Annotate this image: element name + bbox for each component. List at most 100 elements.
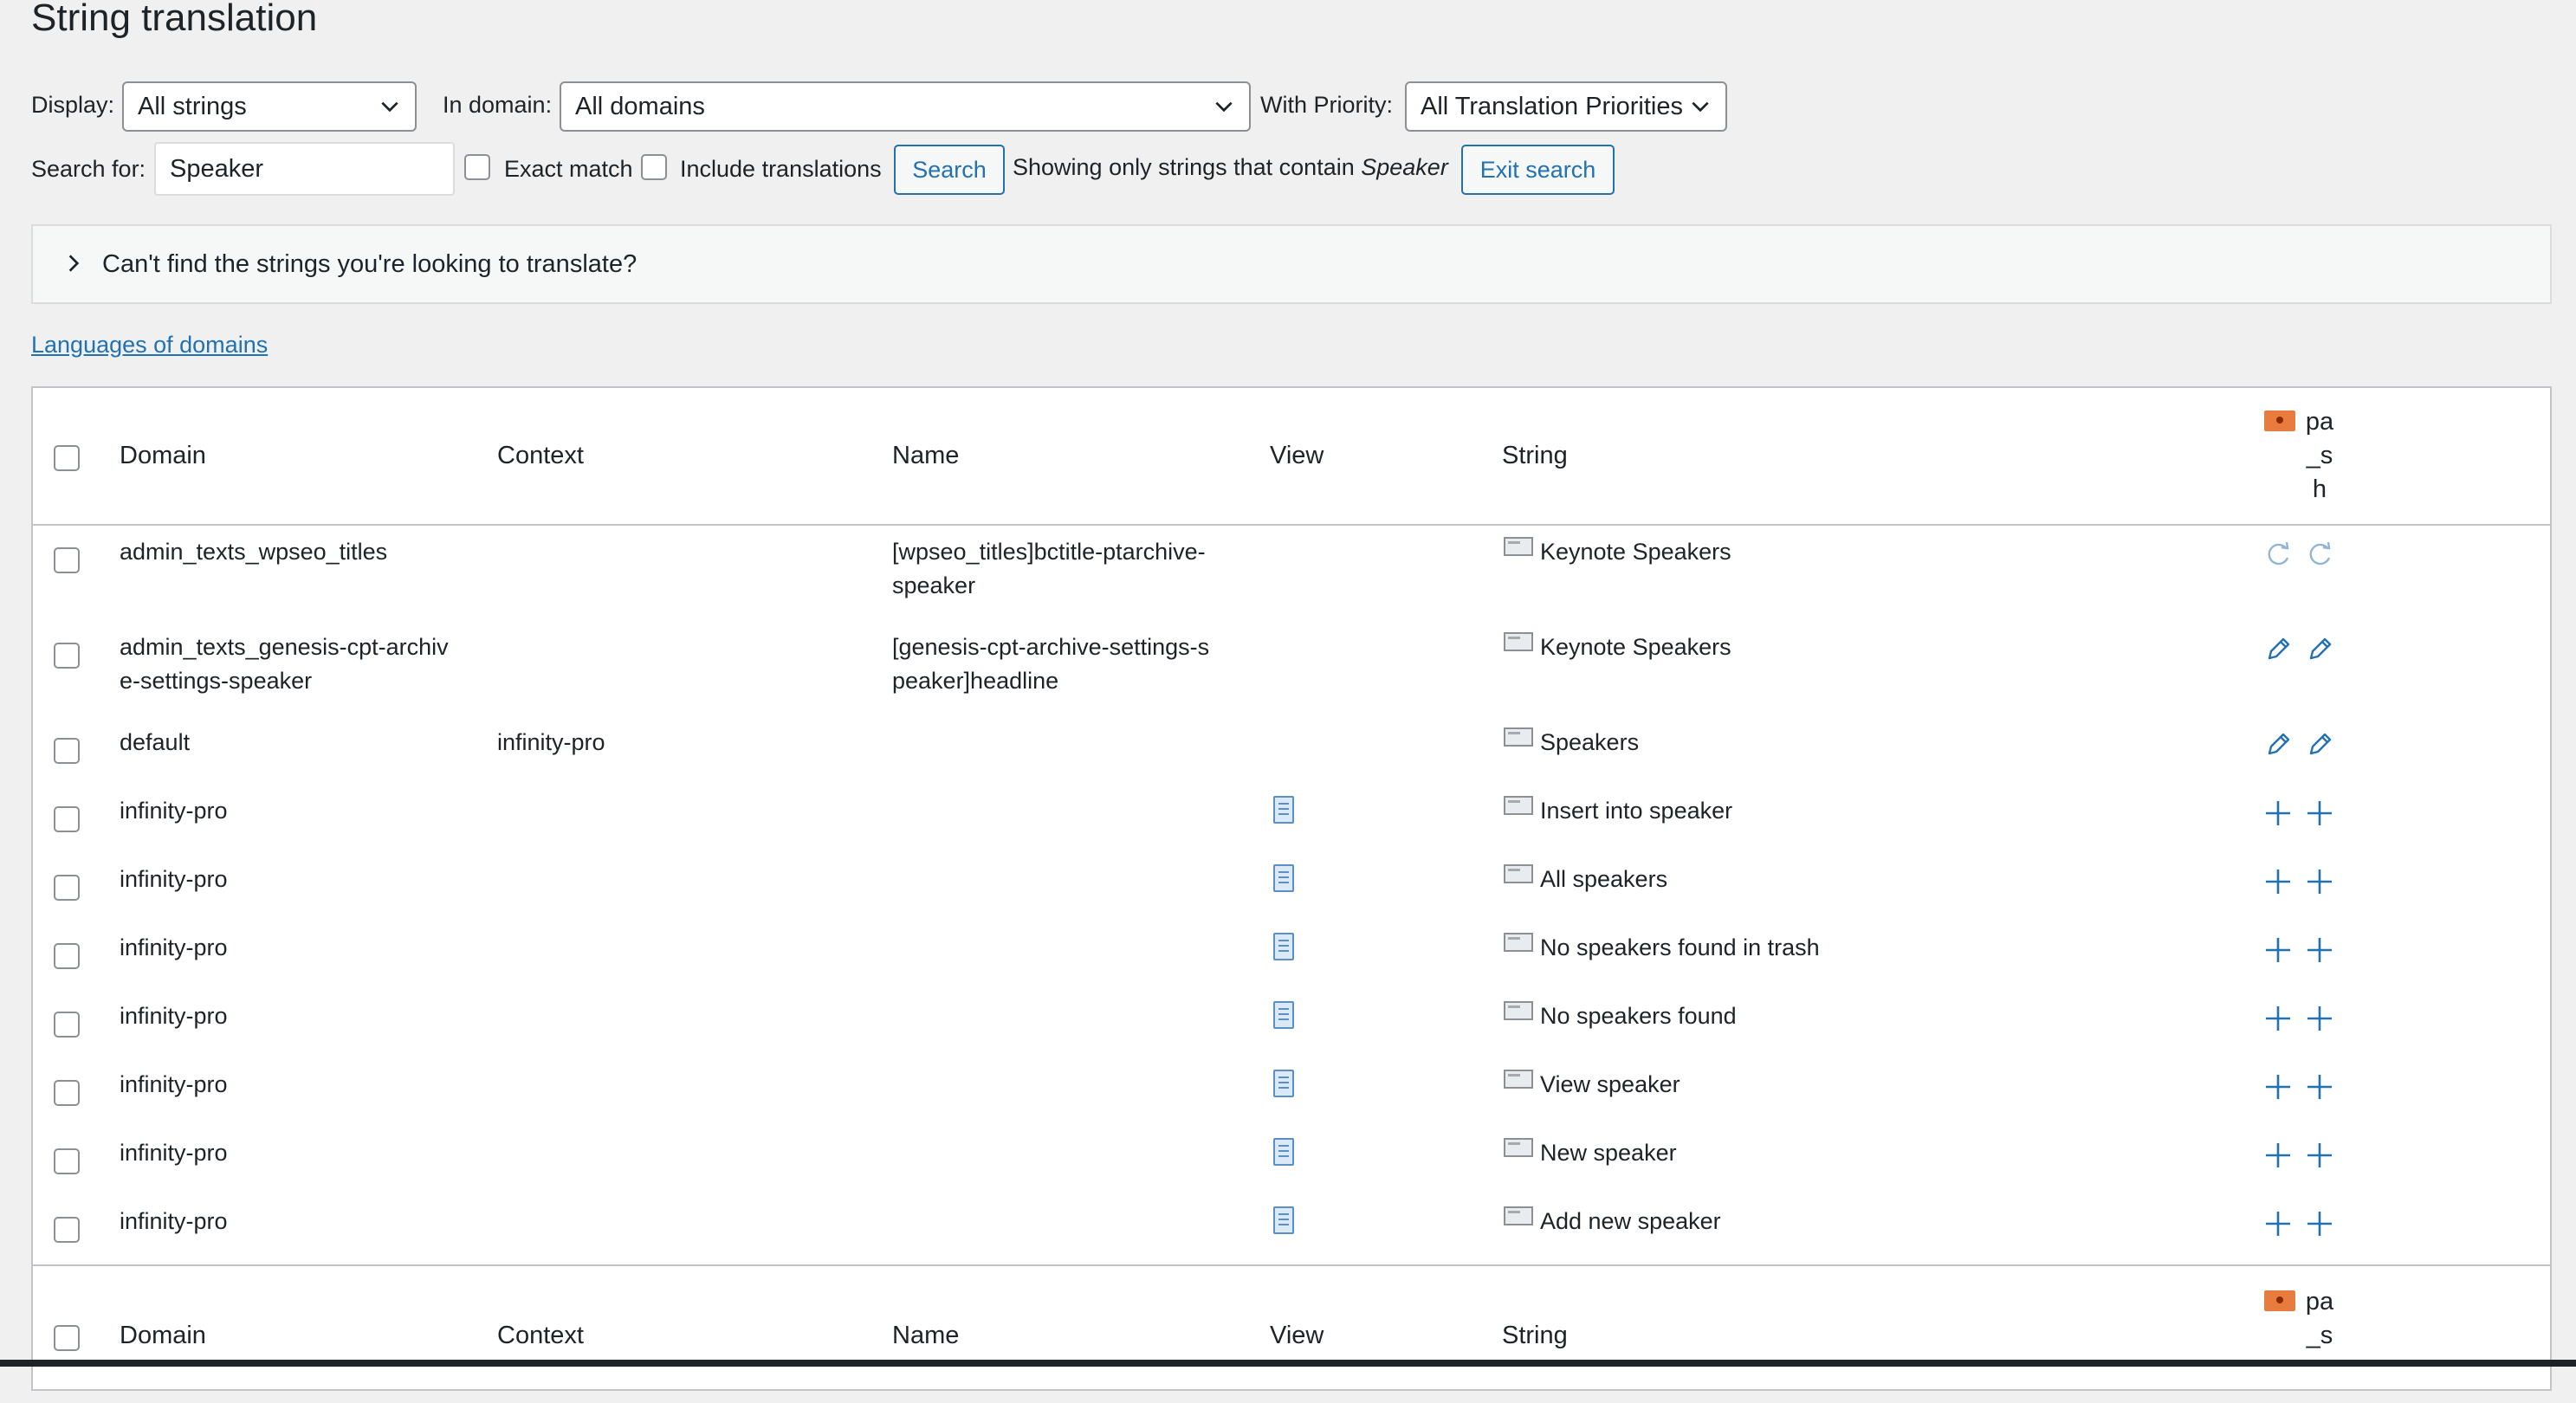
priority-select[interactable]: All Translation Priorities — [1405, 81, 1727, 132]
search-notice-prefix: Showing only strings that contain — [1013, 154, 1355, 180]
language-flag-icon — [2264, 1290, 2295, 1311]
exact-match-checkbox[interactable] — [464, 154, 490, 180]
row-checkbox[interactable] — [54, 643, 80, 669]
display-select[interactable]: All strings — [122, 81, 417, 132]
include-translations-checkbox[interactable] — [641, 154, 667, 180]
plus-icon[interactable] — [2304, 1003, 2335, 1034]
plus-icon[interactable] — [2262, 934, 2294, 966]
language-code-3: h — [2312, 475, 2327, 503]
pencil-icon[interactable] — [2304, 729, 2335, 760]
document-icon[interactable] — [1273, 1001, 1294, 1029]
header-domain[interactable]: Domain — [120, 442, 206, 470]
row-domain: infinity-pro — [120, 1140, 228, 1166]
chevron-down-icon — [379, 95, 401, 118]
select-all-checkbox[interactable] — [54, 445, 80, 471]
row-name: [genesis-cpt-archive-settings-s — [892, 634, 1210, 660]
pencil-icon[interactable] — [2262, 634, 2294, 665]
string-type-icon — [1504, 933, 1533, 952]
table-row: admin_texts_genesis-cpt-archiv e-settings… — [33, 630, 2550, 700]
row-name: speaker — [892, 572, 976, 598]
row-name: [wpseo_titles]bctitle-ptarchive- — [892, 539, 1206, 565]
language-flag-icon — [2264, 411, 2295, 431]
plus-icon[interactable] — [2262, 1071, 2294, 1102]
table-footer: Domain Context Name View String pa _s — [33, 1264, 2550, 1403]
row-string: Keynote Speakers — [1540, 539, 1731, 565]
search-notice-term: Speaker — [1361, 154, 1448, 180]
page-title: String translation — [31, 0, 318, 39]
string-type-icon — [1504, 632, 1533, 651]
plus-icon[interactable] — [2304, 1071, 2335, 1102]
plus-icon[interactable] — [2262, 866, 2294, 897]
language-code-2: _s — [2306, 1322, 2333, 1349]
pencil-icon[interactable] — [2262, 729, 2294, 760]
sync-icon[interactable] — [2262, 539, 2294, 570]
row-checkbox[interactable] — [54, 806, 80, 832]
row-domain: admin_texts_wpseo_titles — [120, 539, 388, 565]
language-code-1: pa — [2305, 1288, 2334, 1316]
search-input[interactable]: Speaker — [154, 142, 455, 196]
row-checkbox[interactable] — [54, 1080, 80, 1106]
row-string: View speaker — [1540, 1071, 1680, 1097]
row-string: Keynote Speakers — [1540, 634, 1731, 660]
plus-icon[interactable] — [2262, 1208, 2294, 1239]
document-icon[interactable] — [1273, 864, 1294, 892]
select-all-checkbox-footer[interactable] — [54, 1325, 80, 1351]
pencil-icon[interactable] — [2304, 634, 2335, 665]
plus-icon[interactable] — [2304, 934, 2335, 966]
row-domain: infinity-pro — [120, 1003, 228, 1029]
header-name[interactable]: Name — [892, 442, 959, 470]
row-string: Speakers — [1540, 729, 1640, 755]
priority-label: With Priority: — [1260, 92, 1394, 118]
strings-table: Domain Context Name View String pa _s h … — [31, 386, 2552, 1391]
row-checkbox[interactable] — [54, 738, 80, 764]
plus-icon[interactable] — [2304, 866, 2335, 897]
languages-of-domains-link[interactable]: Languages of domains — [31, 332, 268, 359]
document-icon[interactable] — [1273, 1070, 1294, 1097]
search-button[interactable]: Search — [894, 145, 1005, 195]
row-checkbox[interactable] — [54, 1148, 80, 1174]
footer-string[interactable]: String — [1502, 1322, 1568, 1350]
row-checkbox[interactable] — [54, 1217, 80, 1243]
row-checkbox[interactable] — [54, 875, 80, 901]
row-string: Add new speaker — [1540, 1208, 1721, 1234]
exit-search-button[interactable]: Exit search — [1461, 145, 1615, 195]
language-code-1: pa — [2305, 408, 2334, 436]
row-string: Insert into speaker — [1540, 798, 1733, 824]
string-type-icon — [1504, 864, 1533, 883]
language-code-2: _s — [2306, 442, 2333, 469]
header-context[interactable]: Context — [497, 442, 584, 470]
row-name: peaker]headline — [892, 668, 1059, 694]
table-row: default infinity-pro Speakers — [33, 726, 2550, 795]
string-type-icon — [1504, 1001, 1533, 1020]
table-header: Domain Context Name View String pa _s h — [33, 388, 2550, 526]
footer-domain[interactable]: Domain — [120, 1322, 206, 1350]
row-domain: infinity-pro — [120, 798, 228, 824]
plus-icon[interactable] — [2304, 798, 2335, 829]
row-context: infinity-pro — [497, 729, 605, 755]
document-icon[interactable] — [1273, 1206, 1294, 1234]
include-translations-label: Include translations — [680, 156, 882, 182]
footer-name[interactable]: Name — [892, 1322, 959, 1350]
row-checkbox[interactable] — [54, 547, 80, 573]
plus-icon[interactable] — [2262, 1003, 2294, 1034]
header-string[interactable]: String — [1502, 442, 1568, 470]
footer-context[interactable]: Context — [497, 1322, 584, 1350]
plus-icon[interactable] — [2262, 1140, 2294, 1171]
table-row: infinity-pro Add new speaker — [33, 1205, 2550, 1274]
domain-select[interactable]: All domains — [560, 81, 1251, 132]
row-domain: default — [120, 729, 191, 755]
row-checkbox[interactable] — [54, 943, 80, 969]
row-checkbox[interactable] — [54, 1012, 80, 1038]
missing-strings-disclosure[interactable]: Can't find the strings you're looking to… — [31, 224, 2552, 304]
row-string: No speakers found in trash — [1540, 934, 1820, 960]
plus-icon[interactable] — [2304, 1140, 2335, 1171]
domain-select-value: All domains — [575, 92, 705, 120]
priority-select-value: All Translation Priorities — [1421, 92, 1683, 120]
plus-icon[interactable] — [2304, 1208, 2335, 1239]
document-icon[interactable] — [1273, 1138, 1294, 1166]
document-icon[interactable] — [1273, 796, 1294, 824]
plus-icon[interactable] — [2262, 798, 2294, 829]
string-type-icon — [1504, 727, 1533, 747]
sync-icon[interactable] — [2304, 539, 2335, 570]
document-icon[interactable] — [1273, 933, 1294, 960]
